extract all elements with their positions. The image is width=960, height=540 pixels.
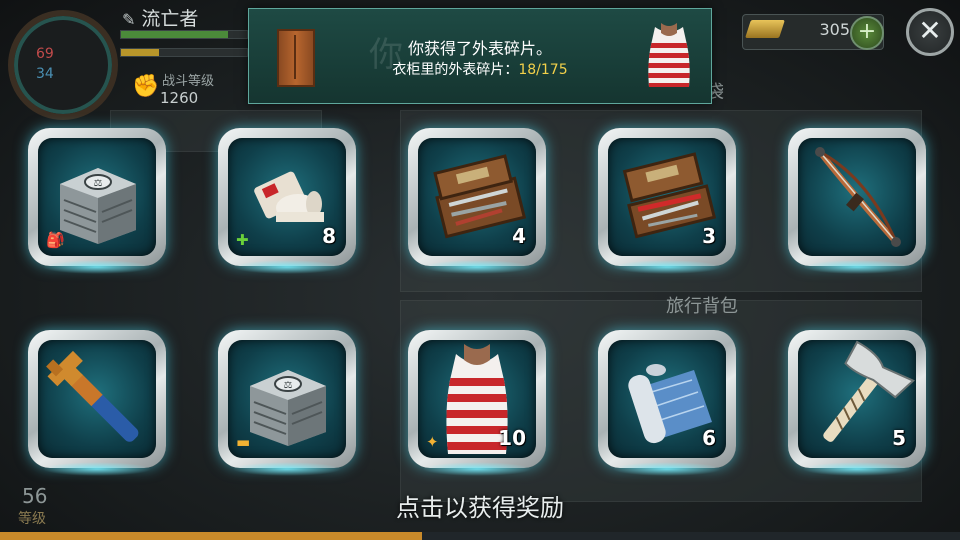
gold-bar-icon — [745, 20, 785, 38]
xp-bar — [0, 532, 960, 540]
reward-card-blueprint[interactable]: 6 — [598, 330, 736, 476]
card-frame — [28, 330, 166, 468]
reward-quantity: 8 — [322, 224, 336, 248]
add-gold-button[interactable]: + — [850, 16, 884, 50]
reward-card-striped-tank-top[interactable]: ✦ 10 — [408, 330, 546, 476]
health-bar — [120, 30, 248, 39]
close-button[interactable]: ✕ — [906, 8, 954, 56]
reward-quantity: 10 — [498, 426, 526, 450]
player-name-text: 流亡者 — [141, 8, 199, 30]
reward-card-toolbox-open[interactable]: 3 — [598, 128, 736, 274]
reward-card-supply-crate[interactable]: ⚖ 🎒 — [28, 128, 166, 274]
reward-card-bandage[interactable]: ✚ 8 — [218, 128, 356, 274]
card-inner: 5 — [798, 340, 916, 458]
edit-name-icon[interactable]: ✎ — [122, 10, 135, 29]
card-frame: ✦ 10 — [408, 330, 546, 468]
status-ring: 69 34 — [8, 10, 118, 120]
combat-level-label: 战斗等级 — [162, 74, 215, 89]
card-glow — [232, 462, 342, 476]
reward-card-pipe-wrench[interactable] — [28, 330, 166, 476]
card-inner: 3 — [608, 138, 726, 256]
reward-card-toolbox-wood[interactable]: 4 — [408, 128, 546, 274]
card-glow — [422, 260, 532, 274]
card-glow — [802, 260, 912, 274]
reward-quantity: 4 — [512, 224, 526, 248]
card-frame: 5 — [788, 330, 926, 468]
player-name: ✎ 流亡者 — [122, 4, 198, 31]
svg-text:⚖: ⚖ — [94, 178, 103, 189]
fragment-count: 18/175 — [518, 62, 568, 78]
card-inner: ✚ 8 — [228, 138, 346, 256]
fragment-label: 衣柜里的外表碎片： — [392, 62, 519, 78]
reward-quantity: 3 — [702, 224, 716, 248]
card-glow — [232, 260, 342, 274]
card-glow — [612, 260, 722, 274]
card-glow — [42, 260, 152, 274]
appearance-fragment-notification: 你 你获得了外表碎片。 衣柜里的外表碎片：18/175 — [248, 8, 712, 104]
card-inner: 4 — [418, 138, 536, 256]
health-value: 69 — [36, 46, 54, 62]
bow-icon — [798, 138, 916, 256]
travel-bag-label: 旅行背包 — [666, 296, 738, 317]
reward-quantity: 5 — [892, 426, 906, 450]
card-glow — [612, 462, 722, 476]
card-glow — [802, 462, 912, 476]
backpack-badge-icon: 🎒 — [46, 231, 65, 249]
food-bar — [120, 48, 248, 57]
combat-level: ✊ 战斗等级 1260 — [132, 70, 214, 107]
card-frame: ⚖ ▬ — [218, 330, 356, 468]
reward-card-gold-crate[interactable]: ⚖ ▬ — [218, 330, 356, 476]
reward-card-hatchet[interactable]: 5 — [788, 330, 926, 476]
card-inner — [798, 138, 916, 256]
card-glow — [42, 462, 152, 476]
reward-quantity: 6 — [702, 426, 716, 450]
card-glow — [422, 462, 532, 476]
card-frame — [788, 128, 926, 266]
combat-level-value: 1260 — [160, 89, 199, 107]
card-inner: 6 — [608, 340, 726, 458]
card-frame: ⚖ 🎒 — [28, 128, 166, 266]
fist-icon: ✊ — [132, 74, 160, 99]
card-inner — [38, 340, 156, 458]
card-inner: ⚖ 🎒 — [38, 138, 156, 256]
svg-text:⚖: ⚖ — [284, 380, 293, 391]
tap-to-claim-prompt[interactable]: 点击以获得奖励 — [0, 488, 960, 523]
card-frame: 6 — [598, 330, 736, 468]
water-value: 34 — [36, 66, 54, 82]
card-frame: 4 — [408, 128, 546, 266]
wrench-icon — [38, 340, 156, 458]
puzzle-badge-icon: ✦ — [426, 433, 439, 451]
medkit-badge-icon: ✚ — [236, 231, 249, 249]
gold-amount: 305 — [819, 20, 850, 39]
card-inner: ✦ 10 — [418, 340, 536, 458]
striped-shirt-icon — [648, 23, 690, 87]
card-frame: ✚ 8 — [218, 128, 356, 266]
reward-card-compound-bow[interactable] — [788, 128, 926, 274]
card-frame: 3 — [598, 128, 736, 266]
gold-bars-badge-icon: ▬ — [236, 433, 251, 451]
card-inner: ⚖ ▬ — [228, 340, 346, 458]
